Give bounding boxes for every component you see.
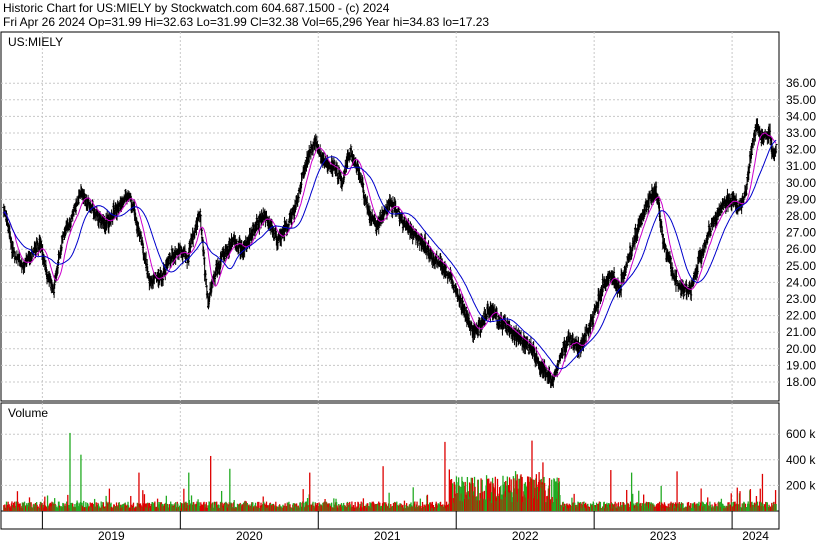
year-label: 2023: [650, 529, 677, 543]
stock-chart: 36.00 35.00 34.00 33.00 32.00 31.00 30.00 29.00…: [0, 31, 816, 543]
volume-tick-label: 600 k: [786, 427, 816, 441]
price-tick-label: 23.00: [786, 292, 816, 306]
price-tick-label: 21.00: [786, 325, 816, 339]
year-label: 2021: [374, 529, 401, 543]
price-tick-label: 32.00: [786, 143, 816, 157]
price-tick-label: 25.00: [786, 259, 816, 273]
price-tick-label: 30.00: [786, 176, 816, 190]
price-tick-label: 34.00: [786, 109, 816, 123]
price-tick-label: 20.00: [786, 342, 816, 356]
price-tick-label: 26.00: [786, 242, 816, 256]
price-tick-label: 31.00: [786, 159, 816, 173]
x-axis-strip: [0, 510, 780, 530]
price-y-axis: 36.00 35.00 34.00 33.00 32.00 31.00 30.00 29.00…: [786, 76, 816, 389]
volume-panel-frame: [0, 402, 780, 512]
year-label: 2022: [512, 529, 539, 543]
price-tick-label: 27.00: [786, 226, 816, 240]
year-label: 2019: [98, 529, 125, 543]
volume-tick-label: 400 k: [786, 453, 816, 467]
price-tick-label: 35.00: [786, 93, 816, 107]
volume-tick-label: 200 k: [786, 478, 816, 492]
price-tick-label: 22.00: [786, 309, 816, 323]
price-tick-label: 18.00: [786, 375, 816, 389]
ticker-label: US:MIELY: [8, 35, 63, 49]
volume-y-axis: 600 k 400 k 200 k: [786, 427, 816, 492]
price-tick-label: 33.00: [786, 126, 816, 140]
price-tick-label: 28.00: [786, 209, 816, 223]
price-tick-label: 29.00: [786, 192, 816, 206]
price-tick-label: 24.00: [786, 275, 816, 289]
year-label: 2020: [236, 529, 263, 543]
price-tick-label: 36.00: [786, 76, 816, 90]
volume-label: Volume: [8, 406, 48, 420]
year-label: 2024: [742, 529, 769, 543]
price-tick-label: 19.00: [786, 358, 816, 372]
